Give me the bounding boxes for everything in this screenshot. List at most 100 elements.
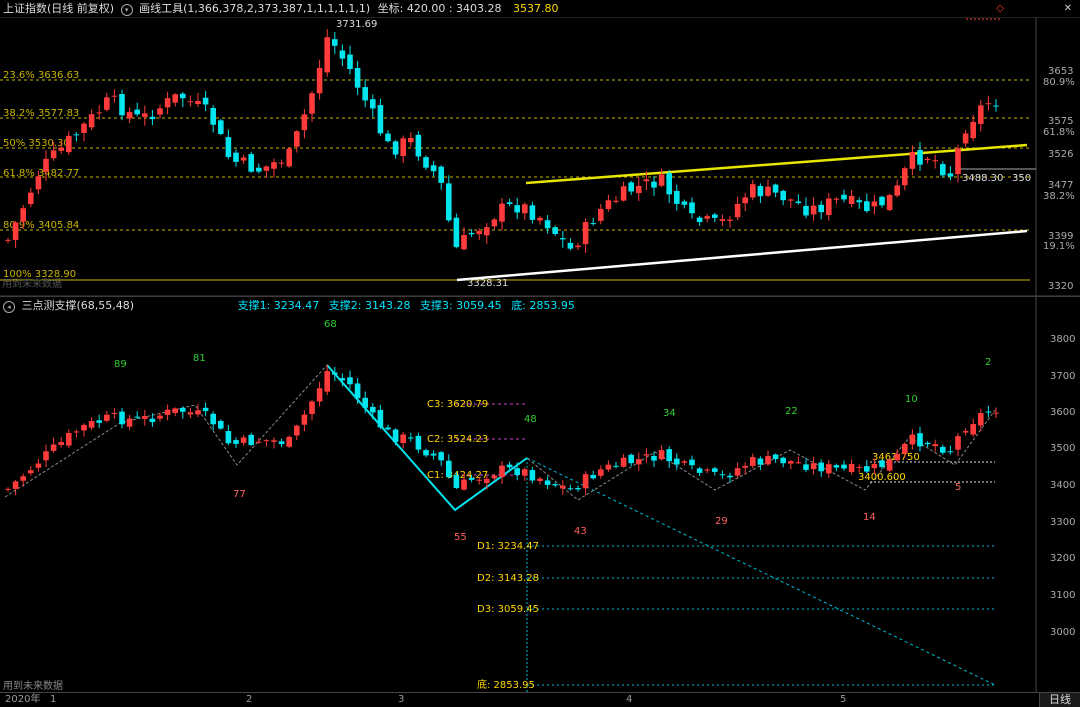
bottom-candle-body xyxy=(240,437,247,443)
top-candle-body xyxy=(73,134,80,136)
bottom-candle-body xyxy=(772,454,779,460)
top-candle-body xyxy=(765,186,771,196)
bottom-candle-body xyxy=(719,474,726,476)
future-data-label: 用到未来数据 xyxy=(3,679,63,692)
top-candle-body xyxy=(286,148,292,167)
top-candle-body xyxy=(962,133,969,144)
bottom-axis-ticks: 3800 3700 3600 3500 3400 3300 3200 3100 … xyxy=(1050,334,1075,638)
time-label-jan: 1 xyxy=(50,694,57,705)
bottom-candle-body xyxy=(157,415,163,419)
bottom-candle-body xyxy=(560,485,566,489)
bottom-candle-body xyxy=(278,441,285,445)
bottom-candle-body xyxy=(271,440,277,442)
bottom-candle-body xyxy=(575,488,581,490)
bottom-candle-body xyxy=(142,416,148,419)
top-candle-body xyxy=(681,201,688,205)
bottom-candle-body xyxy=(111,412,118,415)
top-candle-body xyxy=(20,208,26,222)
time-axis: 2020年 1 2 3 4 5 日线 xyxy=(0,692,1080,707)
bottom-candle-body xyxy=(430,453,437,456)
bottom-candle-body xyxy=(195,410,201,415)
top-candle-body xyxy=(810,205,817,215)
price-tick: 3320 xyxy=(1048,281,1073,292)
top-candle-body xyxy=(985,103,992,105)
top-candle-body xyxy=(788,199,794,201)
bottom-candle-body xyxy=(180,407,186,412)
kline-chart[interactable]: 23.6% 3636.63 38.2% 3577.83 50% 3530.30 … xyxy=(0,0,1080,693)
bottom-candle-body xyxy=(765,456,771,465)
top-candle-body xyxy=(96,112,102,114)
bottom-candle-body xyxy=(681,461,688,463)
projection-line xyxy=(526,457,996,686)
period-selector[interactable]: 日线 xyxy=(1039,693,1080,707)
top-candle-body xyxy=(909,151,916,169)
top-candle-body xyxy=(278,162,285,164)
bottom-candle-body xyxy=(552,484,558,486)
bottom-candle-body xyxy=(514,468,520,476)
faded-future-label: 用到未来数据 xyxy=(2,277,62,290)
count-green: 89 xyxy=(114,359,127,370)
bottom-candle-body xyxy=(104,414,110,421)
bottom-candle-body xyxy=(803,464,809,470)
top-candle-body xyxy=(795,201,802,204)
bottom-candle-body xyxy=(294,425,300,436)
top-candle-body xyxy=(164,98,171,108)
top-candle-body xyxy=(339,50,346,59)
count-green: 10 xyxy=(905,394,918,405)
bottom-candle-body xyxy=(864,466,870,472)
top-candle-body xyxy=(826,198,832,215)
bottom-candle-body xyxy=(210,413,216,425)
count-red: 55 xyxy=(454,532,467,543)
top-candle-body xyxy=(210,108,216,125)
top-candle-body xyxy=(833,198,840,200)
price-tick: 3526 xyxy=(1048,149,1073,160)
bottom-candle-body xyxy=(666,449,672,462)
top-candle-body xyxy=(415,134,422,157)
top-candle-body xyxy=(841,194,847,200)
top-candle-body xyxy=(750,184,756,198)
count-red: 43 xyxy=(574,526,587,537)
bottom-candle-body xyxy=(742,465,748,468)
top-candle-body xyxy=(88,114,95,128)
bottom-candle-body xyxy=(902,443,908,454)
bottom-candle-body xyxy=(993,412,999,414)
top-candle-body xyxy=(218,120,224,134)
bottom-candle-body xyxy=(50,444,57,451)
top-candle-body xyxy=(271,162,277,169)
top-candle-body xyxy=(886,194,893,211)
time-label-mar: 3 xyxy=(398,694,405,705)
top-candle-body xyxy=(560,238,566,240)
top-candle-body xyxy=(689,202,695,214)
d3-label: D3: 3059.45 xyxy=(477,604,539,615)
price-tick: 3000 xyxy=(1050,627,1075,638)
top-candle-body xyxy=(400,138,406,157)
top-candle-body xyxy=(66,135,72,153)
bottom-candle-body xyxy=(932,444,938,447)
top-candle-body xyxy=(871,201,878,207)
bottom-candle-body xyxy=(218,420,224,429)
bottom-candle-body xyxy=(119,411,125,425)
price-tick: 3800 xyxy=(1050,334,1075,345)
top-candle-body xyxy=(666,173,672,195)
top-candle-body xyxy=(651,181,657,188)
bottom-candle-body xyxy=(590,475,596,479)
count-green: 22 xyxy=(785,406,798,417)
count-green: 81 xyxy=(193,353,206,364)
bottom-candle-body xyxy=(5,488,11,490)
top-candle-body xyxy=(970,121,976,139)
fib-label: 50% 3530.30 xyxy=(3,138,70,149)
bottom-candle-body xyxy=(324,371,330,392)
c3-label: C3: 3620.79 xyxy=(427,399,488,410)
high-annotation: 3731.69 xyxy=(336,19,377,30)
bottom-candle-body xyxy=(446,460,452,478)
bottom-candle-body xyxy=(286,436,292,447)
top-candle-body xyxy=(856,200,862,203)
top-candle-body xyxy=(636,185,642,194)
top-candle-body xyxy=(423,157,429,168)
top-candle-body xyxy=(719,219,726,221)
fib-levels: 23.6% 3636.63 38.2% 3577.83 50% 3530.30 … xyxy=(0,70,1075,290)
count-green: 2 xyxy=(985,357,991,368)
top-candle-body xyxy=(628,182,634,192)
top-candle-body xyxy=(864,201,870,212)
top-candle-body xyxy=(575,245,581,248)
